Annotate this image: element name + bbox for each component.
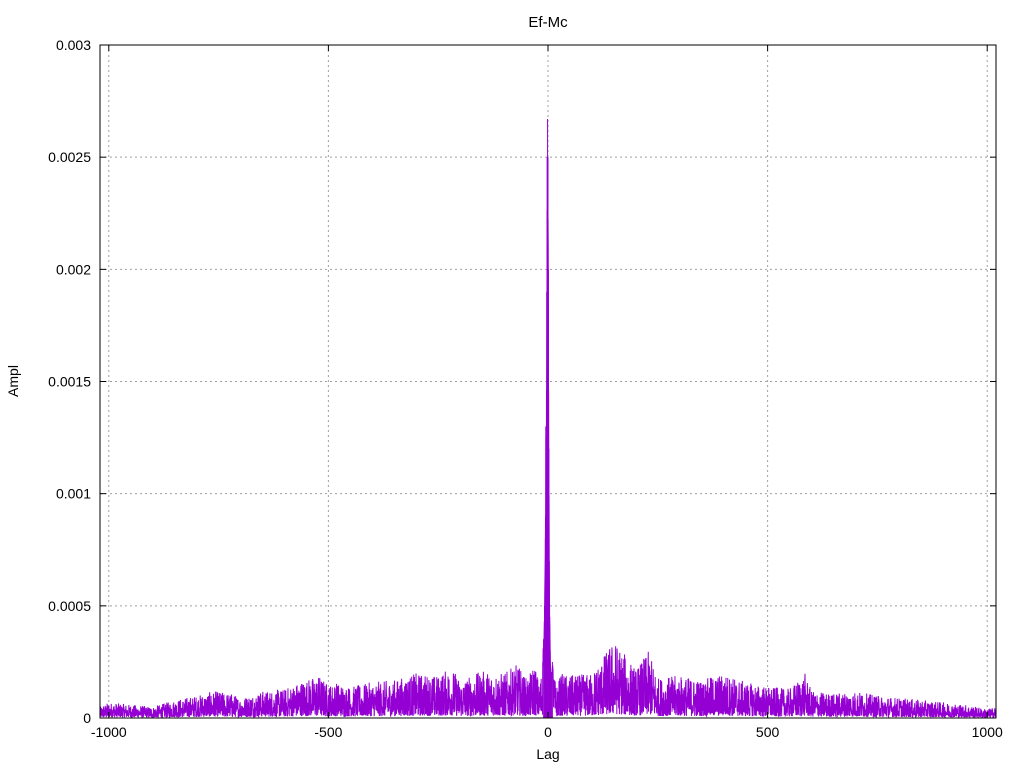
chart-title: Ef-Mc [528,14,568,31]
y-tick-label: 0.003 [56,37,91,53]
y-tick-label: 0.0025 [48,149,91,165]
y-tick-label: 0.002 [56,261,91,277]
ticks: -1000 -500 0 500 1000 0 0.0005 0.001 0.0015 0.002… [48,37,1003,740]
y-tick-label: 0.0005 [48,598,91,614]
x-tick-label: -500 [314,724,342,740]
y-tick-label: 0 [83,710,91,726]
y-axis-label: Ampl [5,365,21,397]
x-tick-label: 1000 [972,724,1003,740]
y-tick-label: 0.0015 [48,374,91,390]
x-tick-label: -1000 [91,724,127,740]
y-tick-label: 0.001 [56,486,91,502]
x-axis-label: Lag [536,746,559,762]
x-tick-label: 500 [756,724,780,740]
chart: -1000 -500 0 500 1000 0 0.0005 0.001 0.0015 0.002… [5,14,1003,762]
series-layer [99,119,997,719]
x-tick-label: 0 [544,724,552,740]
